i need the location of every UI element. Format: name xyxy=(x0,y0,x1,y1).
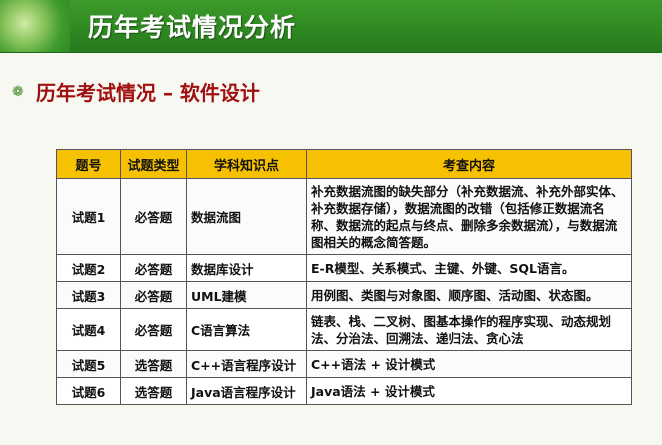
section-subtitle: 历年考试情况 – 软件设计 xyxy=(36,81,260,105)
exam-table-container: 题号 试题类型 学科知识点 考查内容 试题1 必答题 数据流图 补充数据流图的缺… xyxy=(56,149,632,405)
table-row: 试题6 选答题 Java语言程序设计 Java语法 + 设计模式 xyxy=(56,377,632,405)
question-topic: 数据流图 xyxy=(186,178,307,255)
question-no: 试题6 xyxy=(56,377,121,405)
table-row: 试题4 必答题 C语言算法 链表、栈、二叉树、图基本操作的程序实现、动态规划法、… xyxy=(56,308,632,351)
table-row: 试题3 必答题 UML建模 用例图、类图与对象图、顺序图、活动图、状态图。 xyxy=(56,281,632,309)
question-no: 试题1 xyxy=(56,178,121,255)
page-title: 历年考试情况分析 xyxy=(88,13,297,42)
question-content: 补充数据流图的缺失部分（补充数据流、补充外部实体、补充数据存储），数据流图的改错… xyxy=(306,178,632,255)
question-no: 试题3 xyxy=(56,281,121,309)
plant-logo-image xyxy=(0,0,70,52)
question-topic: 数据库设计 xyxy=(186,254,307,282)
question-content: 用例图、类图与对象图、顺序图、活动图、状态图。 xyxy=(306,281,632,309)
question-type: 必答题 xyxy=(120,254,187,282)
question-type: 必答题 xyxy=(120,178,187,255)
question-type: 选答题 xyxy=(120,377,187,405)
header-bar: 历年考试情况分析 xyxy=(0,0,662,53)
exam-table: 题号 试题类型 学科知识点 考查内容 试题1 必答题 数据流图 补充数据流图的缺… xyxy=(56,149,632,405)
gear-flower-icon: ❁ xyxy=(12,83,24,100)
table-row: 试题2 必答题 数据库设计 E-R模型、关系模式、主键、外键、SQL语言。 xyxy=(56,254,632,282)
question-type: 必答题 xyxy=(120,281,187,309)
column-header-type: 试题类型 xyxy=(120,149,187,179)
question-no: 试题4 xyxy=(56,308,121,351)
column-header-topic: 学科知识点 xyxy=(186,149,307,179)
question-topic: Java语言程序设计 xyxy=(186,377,307,405)
question-type: 必答题 xyxy=(120,308,187,351)
question-content: C++语法 + 设计模式 xyxy=(306,350,632,378)
question-topic: C语言算法 xyxy=(186,308,307,351)
column-header-no: 题号 xyxy=(56,149,121,179)
table-row: 试题1 必答题 数据流图 补充数据流图的缺失部分（补充数据流、补充外部实体、补充… xyxy=(56,178,632,255)
question-no: 试题2 xyxy=(56,254,121,282)
table-header-row: 题号 试题类型 学科知识点 考查内容 xyxy=(56,149,632,179)
question-no: 试题5 xyxy=(56,350,121,378)
question-content: 链表、栈、二叉树、图基本操作的程序实现、动态规划法、分治法、回溯法、递归法、贪心… xyxy=(306,308,632,351)
question-content: Java语法 + 设计模式 xyxy=(306,377,632,405)
column-header-content: 考查内容 xyxy=(306,149,632,179)
question-topic: UML建模 xyxy=(186,281,307,309)
question-content: E-R模型、关系模式、主键、外键、SQL语言。 xyxy=(306,254,632,282)
section-heading: ❁ 历年考试情况 – 软件设计 xyxy=(12,77,260,106)
table-row: 试题5 选答题 C++语言程序设计 C++语法 + 设计模式 xyxy=(56,350,632,378)
question-topic: C++语言程序设计 xyxy=(186,350,307,378)
question-type: 选答题 xyxy=(120,350,187,378)
